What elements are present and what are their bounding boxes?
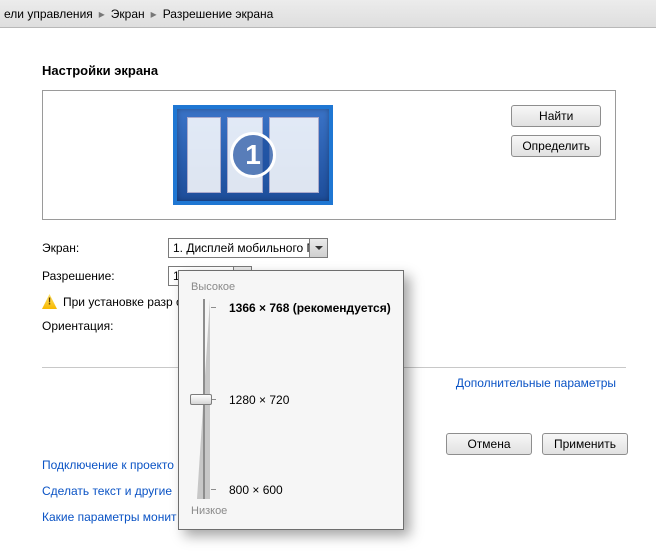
page-title: Настройки экрана: [42, 63, 616, 78]
screen-select-value: 1. Дисплей мобильного ПК: [173, 241, 322, 255]
slider-thumb[interactable]: [190, 394, 212, 405]
monitor-thumbnail[interactable]: 1: [173, 105, 333, 205]
resolution-slider[interactable]: [191, 299, 217, 499]
screen-select[interactable]: 1. Дисплей мобильного ПК: [168, 238, 328, 258]
cancel-button[interactable]: Отмена: [446, 433, 532, 455]
resolution-label: Разрешение:: [42, 269, 168, 283]
chevron-right-icon: ▸: [99, 7, 105, 21]
chevron-right-icon: ▸: [151, 7, 157, 21]
monitor-number-badge: 1: [230, 132, 276, 178]
scale-high-label: Высокое: [191, 281, 391, 293]
breadcrumb: ели управления ▸ Экран ▸ Разрешение экра…: [0, 0, 656, 28]
resolution-option-low[interactable]: 800 × 600: [229, 483, 283, 497]
display-preview: 1 Найти Определить: [42, 90, 616, 220]
screen-label: Экран:: [42, 241, 168, 255]
breadcrumb-resolution[interactable]: Разрешение экрана: [163, 7, 274, 21]
resolution-dropdown: Высокое 1366 × 768 (рекомендуется) 1280 …: [178, 270, 404, 530]
scale-low-label: Низкое: [191, 505, 391, 517]
identify-button[interactable]: Определить: [511, 135, 601, 157]
resolution-option-recommended[interactable]: 1366 × 768 (рекомендуется): [229, 301, 391, 315]
resolution-option-current[interactable]: 1280 × 720: [229, 393, 289, 407]
chevron-down-icon: [309, 239, 327, 257]
apply-button[interactable]: Применить: [542, 433, 628, 455]
breadcrumb-root[interactable]: ели управления: [4, 7, 93, 21]
find-button[interactable]: Найти: [511, 105, 601, 127]
warning-icon: [42, 294, 57, 309]
orientation-label: Ориентация:: [42, 319, 168, 333]
breadcrumb-screen[interactable]: Экран: [111, 7, 145, 21]
